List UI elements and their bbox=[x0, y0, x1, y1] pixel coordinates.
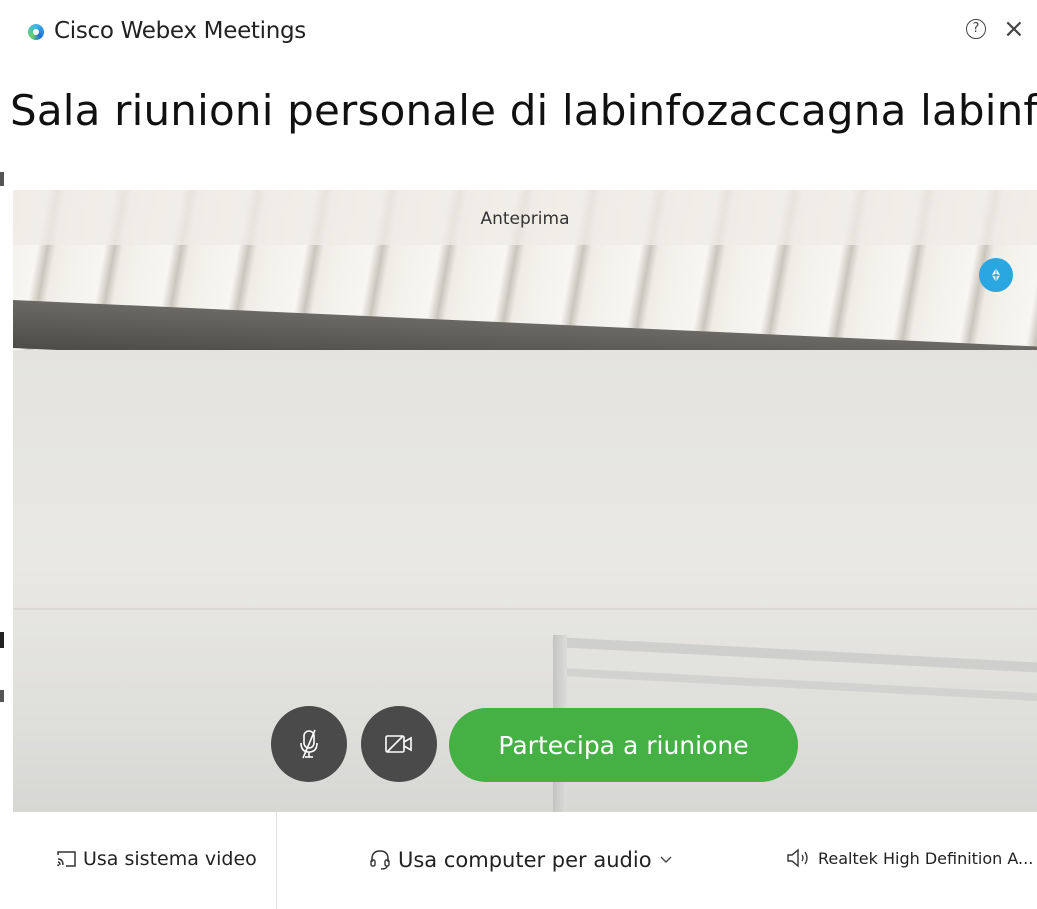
speaker-device-label: Realtek High Definition A... bbox=[818, 848, 1034, 868]
use-video-system-button[interactable]: Usa sistema video bbox=[55, 848, 257, 870]
mute-button[interactable] bbox=[271, 706, 347, 782]
picture-in-picture-icon bbox=[992, 268, 1000, 282]
webex-preview-window: Cisco Webex Meetings ? × Sala riunioni p… bbox=[0, 0, 1037, 909]
divider bbox=[276, 812, 277, 909]
join-meeting-button[interactable]: Partecipa a riunione bbox=[449, 708, 798, 782]
app-title: Cisco Webex Meetings bbox=[54, 18, 306, 44]
audio-connection-dropdown[interactable]: Usa computer per audio bbox=[368, 848, 679, 872]
picture-in-picture-button[interactable] bbox=[979, 258, 1013, 292]
bottom-bar: Usa sistema video Usa computer per audio… bbox=[0, 812, 1037, 909]
webex-logo-icon bbox=[28, 24, 44, 40]
video-toggle-button[interactable] bbox=[361, 706, 437, 782]
close-icon[interactable]: × bbox=[1003, 14, 1025, 44]
headset-icon bbox=[370, 850, 390, 870]
chevron-down-icon bbox=[660, 856, 672, 863]
desktop-edge-mark bbox=[0, 632, 4, 648]
meeting-title: Sala riunioni personale di labinfozaccag… bbox=[10, 86, 1037, 135]
desktop-edge-mark bbox=[0, 172, 4, 186]
mic-muted-icon bbox=[300, 729, 318, 759]
desktop-edge-mark bbox=[0, 690, 4, 702]
video-off-icon bbox=[385, 735, 412, 753]
audio-connection-label: Usa computer per audio bbox=[398, 848, 652, 872]
help-icon[interactable]: ? bbox=[966, 19, 986, 39]
preview-header: Anteprima bbox=[13, 190, 1037, 245]
use-video-system-label: Usa sistema video bbox=[83, 848, 257, 870]
preview-wall-band bbox=[13, 608, 1037, 610]
preview-label: Anteprima bbox=[480, 208, 570, 229]
speaker-icon bbox=[787, 848, 808, 868]
cast-icon bbox=[57, 851, 76, 867]
speaker-selector[interactable]: Realtek High Definition A... bbox=[786, 848, 1033, 868]
